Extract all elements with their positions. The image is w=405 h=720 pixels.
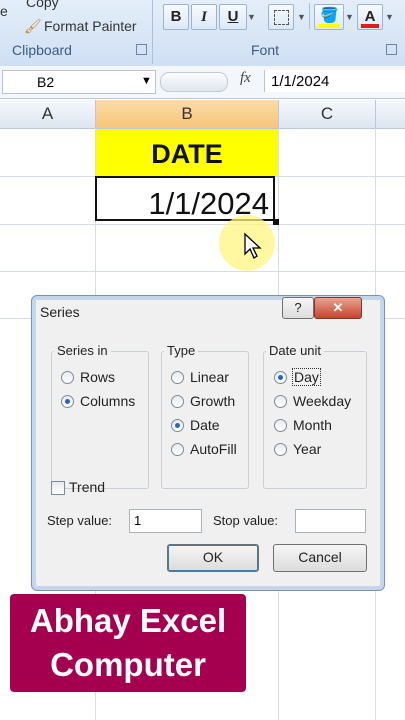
- step-value-input[interactable]: 1: [129, 509, 202, 533]
- column-header-c[interactable]: C: [279, 100, 376, 129]
- group-separator: [152, 0, 153, 64]
- radio-date[interactable]: [171, 419, 184, 432]
- insert-function-icon[interactable]: fx: [240, 70, 251, 87]
- watermark-line2: Computer: [50, 646, 206, 683]
- cut-label-fragment[interactable]: e: [0, 3, 8, 19]
- weekday-label[interactable]: Weekday: [293, 393, 351, 409]
- name-box[interactable]: B2 ▼: [2, 70, 156, 94]
- fill-color-button[interactable]: 🪣: [314, 4, 344, 30]
- italic-button[interactable]: I: [191, 4, 217, 30]
- type-label: Type: [164, 343, 199, 358]
- radio-columns[interactable]: [61, 395, 74, 408]
- date-label[interactable]: Date: [190, 417, 220, 433]
- font-color-dropdown-icon[interactable]: ▼: [385, 12, 394, 22]
- month-label[interactable]: Month: [293, 417, 332, 433]
- ribbon: e Copy 🖌 Format Painter Clipboard B I U …: [0, 0, 405, 67]
- formula-splitter[interactable]: [160, 72, 228, 92]
- borders-dropdown-icon[interactable]: ▼: [297, 12, 306, 22]
- fill-dropdown-icon[interactable]: ▼: [345, 12, 354, 22]
- growth-label[interactable]: Growth: [190, 393, 235, 409]
- radio-growth[interactable]: [171, 395, 184, 408]
- dialog-title: Series: [40, 304, 80, 320]
- underline-dropdown-icon[interactable]: ▼: [247, 12, 256, 22]
- watermark-line1: Abhay Excel: [29, 602, 227, 639]
- year-label[interactable]: Year: [293, 441, 321, 457]
- column-header-b[interactable]: B: [96, 100, 279, 129]
- stop-value-input[interactable]: [295, 509, 366, 533]
- fill-color-swatch: [318, 24, 340, 28]
- date-unit-label: Date unit: [266, 343, 325, 358]
- fill-handle[interactable]: [273, 219, 279, 225]
- formula-input[interactable]: 1/1/2024: [264, 70, 405, 92]
- trend-label[interactable]: Trend: [69, 479, 105, 495]
- linear-label[interactable]: Linear: [190, 369, 229, 385]
- font-color-swatch: [361, 24, 379, 28]
- name-box-dropdown-icon[interactable]: ▼: [141, 75, 152, 87]
- radio-day[interactable]: [274, 371, 287, 384]
- format-painter-button[interactable]: 🖌 Format Painter: [24, 17, 154, 37]
- font-color-letter: A: [364, 8, 376, 25]
- column-header-a[interactable]: A: [0, 100, 96, 129]
- columns-label[interactable]: Columns: [80, 393, 135, 409]
- radio-rows[interactable]: [61, 371, 74, 384]
- trend-checkbox[interactable]: [51, 481, 65, 495]
- ok-button[interactable]: OK: [167, 544, 259, 572]
- series-dialog: Series ? ✕ Series in Rows Columns Type L…: [31, 295, 385, 591]
- grid-line: [0, 271, 405, 272]
- autofill-label[interactable]: AutoFill: [190, 441, 237, 457]
- font-dialog-launcher-icon[interactable]: [386, 44, 397, 55]
- step-value-label: Step value:: [47, 513, 113, 528]
- day-label[interactable]: Day: [292, 368, 321, 386]
- font-color-button[interactable]: A: [357, 4, 383, 30]
- grid-line: [0, 224, 405, 225]
- radio-year[interactable]: [274, 443, 287, 456]
- help-button[interactable]: ?: [282, 297, 314, 319]
- close-button[interactable]: ✕: [314, 297, 362, 319]
- borders-button[interactable]: [268, 4, 294, 30]
- format-painter-label: Format Painter: [44, 18, 137, 34]
- cell-b1[interactable]: DATE: [96, 129, 278, 176]
- radio-autofill[interactable]: [171, 443, 184, 456]
- mouse-pointer-icon: [244, 232, 262, 259]
- watermark-badge: Abhay Excel Computer: [10, 594, 246, 692]
- radio-linear[interactable]: [171, 371, 184, 384]
- dialog-launcher-icon[interactable]: [136, 44, 147, 55]
- rows-label[interactable]: Rows: [80, 369, 115, 385]
- formula-value: 1/1/2024: [271, 73, 330, 90]
- stop-value-label: Stop value:: [213, 513, 279, 528]
- button-separator: [309, 3, 310, 29]
- column-header-d[interactable]: [376, 100, 405, 129]
- bold-button[interactable]: B: [163, 4, 189, 30]
- formula-bar: B2 ▼ fx 1/1/2024: [0, 66, 405, 99]
- radio-weekday[interactable]: [274, 395, 287, 408]
- radio-month[interactable]: [274, 419, 287, 432]
- clipboard-group-label: Clipboard: [12, 42, 72, 58]
- name-box-value: B2: [37, 74, 55, 90]
- underline-button[interactable]: U: [219, 4, 247, 30]
- cancel-button[interactable]: Cancel: [273, 544, 367, 572]
- series-in-label: Series in: [54, 343, 111, 358]
- borders-icon: [274, 10, 289, 25]
- dialog-body: Series in Rows Columns Type Linear Growt…: [36, 320, 379, 586]
- font-group-label: Font: [251, 42, 280, 58]
- paintbrush-icon: 🖌: [24, 18, 42, 34]
- copy-button[interactable]: Copy: [26, 0, 59, 10]
